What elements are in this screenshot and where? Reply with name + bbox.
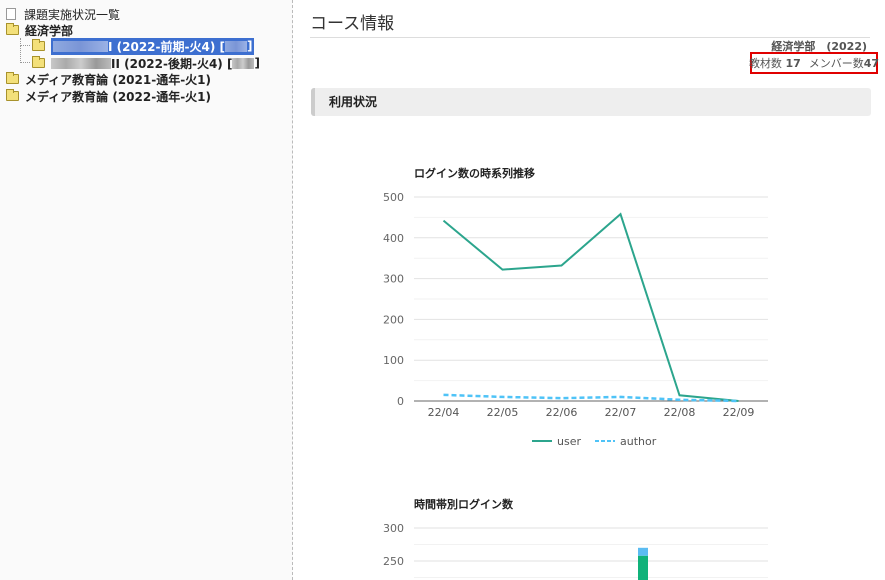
legend-label[interactable]: author <box>620 435 657 448</box>
course-tree: 課題実施状況一覧 経済学部 I (2022-前期-火4) [] II (2022… <box>0 0 293 580</box>
x-tick-label: 22/08 <box>664 406 696 419</box>
tree-item-media-2022[interactable]: メディア教育論 (2022-通年-火1) <box>6 88 211 104</box>
folder-icon <box>32 56 45 68</box>
line-chart-title: ログイン数の時系列推移 <box>414 167 535 180</box>
login-timeseries-chart: 0 100 200 300 400 500 22/04 22/05 22/06 22/07 22/0… <box>383 191 768 448</box>
y-tick-label: 500 <box>383 191 404 204</box>
folder-icon <box>6 72 19 84</box>
y-tick-label: 100 <box>383 354 404 367</box>
x-tick-label: 22/09 <box>723 406 755 419</box>
section-header-usage: 利用状況 <box>311 88 871 116</box>
y-tick-label: 400 <box>383 232 404 245</box>
x-tick-label: 22/06 <box>546 406 578 419</box>
tree-item-course-2[interactable]: II (2022-後期-火4) [] <box>32 55 260 71</box>
x-tick-label: 22/04 <box>428 406 460 419</box>
bar-segment-0 <box>638 555 648 580</box>
y-tick-label: 300 <box>383 522 404 535</box>
tree-connector <box>20 38 30 46</box>
y-tick-label: 0 <box>397 395 404 408</box>
series-line-user <box>442 212 739 402</box>
hourly-login-chart: 250 300 <box>383 522 768 580</box>
folder-icon <box>6 89 19 101</box>
redacted-text <box>51 57 111 69</box>
x-tick-label: 22/07 <box>605 406 637 419</box>
document-icon <box>6 8 16 20</box>
tree-item-economics[interactable]: 経済学部 <box>6 22 73 38</box>
tree-item-media-2021[interactable]: メディア教育論 (2021-通年-火1) <box>6 71 211 87</box>
folder-open-icon <box>6 23 19 35</box>
selected-course: I (2022-前期-火4) [] <box>51 37 255 55</box>
page-title: コース情報 <box>310 14 870 38</box>
tree-connector <box>20 46 30 63</box>
tree-item-assignment-status[interactable]: 課題実施状況一覧 <box>6 6 120 22</box>
tree-item-course-1[interactable]: I (2022-前期-火4) [] <box>32 37 255 55</box>
folder-icon <box>32 39 45 51</box>
y-tick-label: 300 <box>383 273 404 286</box>
bar-chart-title: 時間帯別ログイン数 <box>414 498 513 511</box>
y-tick-label: 250 <box>383 555 404 568</box>
x-tick-label: 22/05 <box>487 406 519 419</box>
course-counts: 教材数 17 メンバー数47 <box>749 52 879 74</box>
y-tick-label: 200 <box>383 313 404 326</box>
legend-label[interactable]: user <box>557 435 581 448</box>
bar-segment-1 <box>638 547 648 556</box>
